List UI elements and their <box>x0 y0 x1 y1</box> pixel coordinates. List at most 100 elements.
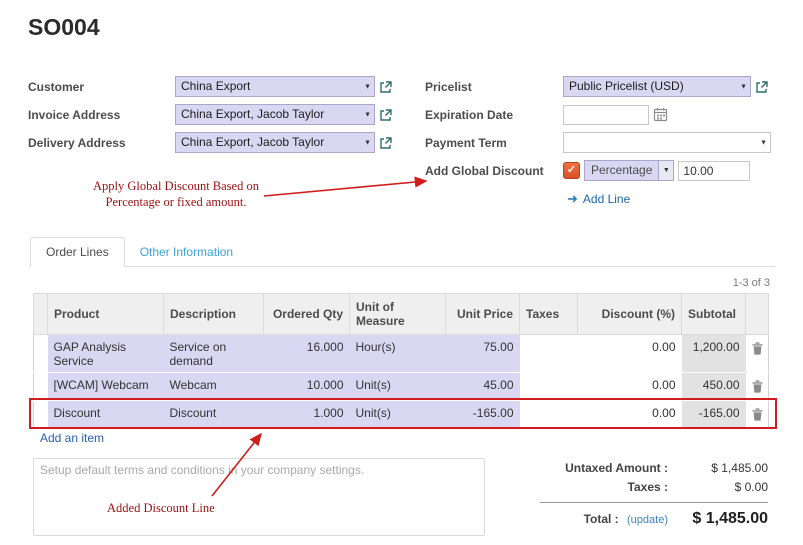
col-product[interactable]: Product <box>48 294 164 335</box>
invoice-address-row: Invoice Address China Export, Jacob Tayl… <box>28 104 418 125</box>
delivery-address-label: Delivery Address <box>28 136 175 150</box>
taxes-row: Taxes : $ 0.00 <box>540 480 768 494</box>
calendar-icon[interactable] <box>653 107 668 122</box>
col-unit-of-measure[interactable]: Unit of Measure <box>350 294 446 335</box>
cell-unit-of-measure: Unit(s) <box>350 401 446 429</box>
check-icon: ✓ <box>567 165 576 176</box>
expiration-date-input[interactable] <box>563 105 649 125</box>
customer-label: Customer <box>28 80 175 94</box>
external-link-icon[interactable] <box>379 80 393 94</box>
delete-line-icon[interactable] <box>746 335 769 373</box>
discount-type-select[interactable]: Percentage ▼ <box>584 160 674 181</box>
pricelist-row: Pricelist Public Pricelist (USD) ▼ <box>425 76 775 97</box>
totals-panel: Untaxed Amount : $ 1,485.00 Taxes : $ 0.… <box>540 461 768 533</box>
order-lines-table: Product Description Ordered Qty Unit of … <box>33 293 769 429</box>
cell-product: Discount <box>48 401 164 429</box>
cell-product: GAP Analysis Service <box>48 335 164 373</box>
invoice-address-label: Invoice Address <box>28 108 175 122</box>
payment-term-label: Payment Term <box>425 136 563 150</box>
expiration-date-label: Expiration Date <box>425 108 563 122</box>
customer-select-value: China Export <box>181 79 250 93</box>
cell-subtotal: -165.00 <box>682 401 746 429</box>
pricelist-label: Pricelist <box>425 80 563 94</box>
delete-line-icon[interactable] <box>746 373 769 401</box>
delivery-address-select[interactable]: China Export, Jacob Taylor ▼ <box>175 132 375 153</box>
terms-and-conditions-textarea[interactable] <box>33 458 485 536</box>
cell-discount: 0.00 <box>578 401 682 429</box>
delete-line-icon[interactable] <box>746 401 769 429</box>
form-right-column: Pricelist Public Pricelist (USD) ▼ Expir… <box>425 76 775 216</box>
delete-column <box>746 294 769 335</box>
add-line-label: Add Line <box>583 192 630 206</box>
add-an-item-link[interactable]: Add an item <box>40 431 104 445</box>
chevron-down-icon: ▼ <box>364 133 371 152</box>
order-line-row[interactable]: GAP Analysis Service Service on demand 1… <box>34 335 769 373</box>
update-total-link[interactable]: (update) <box>627 514 668 526</box>
cell-ordered-qty: 1.000 <box>264 401 350 429</box>
cell-description: Webcam <box>164 373 264 401</box>
invoice-address-select[interactable]: China Export, Jacob Taylor ▼ <box>175 104 375 125</box>
cell-unit-of-measure: Hour(s) <box>350 335 446 373</box>
chevron-down-icon: ▼ <box>364 77 371 96</box>
external-link-icon[interactable] <box>379 136 393 150</box>
add-line-arrow-icon: ➜ <box>567 192 578 205</box>
chevron-down-icon: ▼ <box>760 133 767 152</box>
page-title: SO004 <box>28 14 100 41</box>
delivery-address-select-value: China Export, Jacob Taylor <box>181 135 324 149</box>
taxes-value: $ 0.00 <box>680 480 768 494</box>
form-left-column: Customer China Export ▼ Invoice Address … <box>28 76 418 160</box>
cell-subtotal: 450.00 <box>682 373 746 401</box>
global-discount-label: Add Global Discount <box>425 164 563 178</box>
col-description[interactable]: Description <box>164 294 264 335</box>
external-link-icon[interactable] <box>379 108 393 122</box>
cell-unit-price: -165.00 <box>446 401 520 429</box>
discount-amount-input[interactable] <box>678 161 750 181</box>
invoice-address-select-value: China Export, Jacob Taylor <box>181 107 324 121</box>
notebook-tabs: Order Lines Other Information <box>30 237 775 267</box>
drag-handle <box>34 401 48 429</box>
customer-row: Customer China Export ▼ <box>28 76 418 97</box>
external-link-icon[interactable] <box>755 80 769 94</box>
discount-type-value: Percentage <box>585 161 658 180</box>
order-line-row[interactable]: [WCAM] Webcam Webcam 10.000 Unit(s) 45.0… <box>34 373 769 401</box>
sale-order-page: SO004 Customer China Export ▼ Invoice Ad… <box>0 0 803 545</box>
untaxed-amount-row: Untaxed Amount : $ 1,485.00 <box>540 461 768 475</box>
pricelist-select-value: Public Pricelist (USD) <box>569 79 684 93</box>
table-header-row: Product Description Ordered Qty Unit of … <box>34 294 769 335</box>
cell-unit-price: 75.00 <box>446 335 520 373</box>
chevron-down-icon: ▼ <box>740 77 747 96</box>
tab-order-lines[interactable]: Order Lines <box>30 237 125 267</box>
add-line-button[interactable]: ➜ Add Line <box>567 192 630 206</box>
global-discount-checkbox[interactable]: ✓ <box>563 162 580 179</box>
col-unit-price[interactable]: Unit Price <box>446 294 520 335</box>
taxes-label: Taxes : <box>540 480 680 494</box>
col-subtotal[interactable]: Subtotal <box>682 294 746 335</box>
tab-other-information[interactable]: Other Information <box>125 238 248 266</box>
cell-taxes <box>520 401 578 429</box>
total-row: Total : (update) $ 1,485.00 <box>540 510 768 528</box>
expiration-date-row: Expiration Date <box>425 104 775 125</box>
delivery-address-row: Delivery Address China Export, Jacob Tay… <box>28 132 418 153</box>
chevron-down-icon: ▼ <box>658 161 673 180</box>
total-value: $ 1,485.00 <box>680 510 768 528</box>
cell-ordered-qty: 16.000 <box>264 335 350 373</box>
cell-description: Service on demand <box>164 335 264 373</box>
payment-term-row: Payment Term ▼ <box>425 132 775 153</box>
col-ordered-qty[interactable]: Ordered Qty <box>264 294 350 335</box>
pricelist-select[interactable]: Public Pricelist (USD) ▼ <box>563 76 751 97</box>
chevron-down-icon: ▼ <box>364 105 371 124</box>
cell-description: Discount <box>164 401 264 429</box>
cell-discount: 0.00 <box>578 373 682 401</box>
col-discount[interactable]: Discount (%) <box>578 294 682 335</box>
pager: 1-3 of 3 <box>733 277 770 289</box>
payment-term-select[interactable]: ▼ <box>563 132 771 153</box>
cell-unit-of-measure: Unit(s) <box>350 373 446 401</box>
customer-select[interactable]: China Export ▼ <box>175 76 375 97</box>
order-line-row-discount[interactable]: Discount Discount 1.000 Unit(s) -165.00 … <box>34 401 769 429</box>
untaxed-amount-label: Untaxed Amount : <box>540 461 680 475</box>
annotation-global-discount-note: Apply Global Discount Based on Percentag… <box>82 179 270 210</box>
col-taxes[interactable]: Taxes <box>520 294 578 335</box>
cell-taxes <box>520 373 578 401</box>
cell-ordered-qty: 10.000 <box>264 373 350 401</box>
add-line-row: ➜ Add Line <box>425 188 775 209</box>
